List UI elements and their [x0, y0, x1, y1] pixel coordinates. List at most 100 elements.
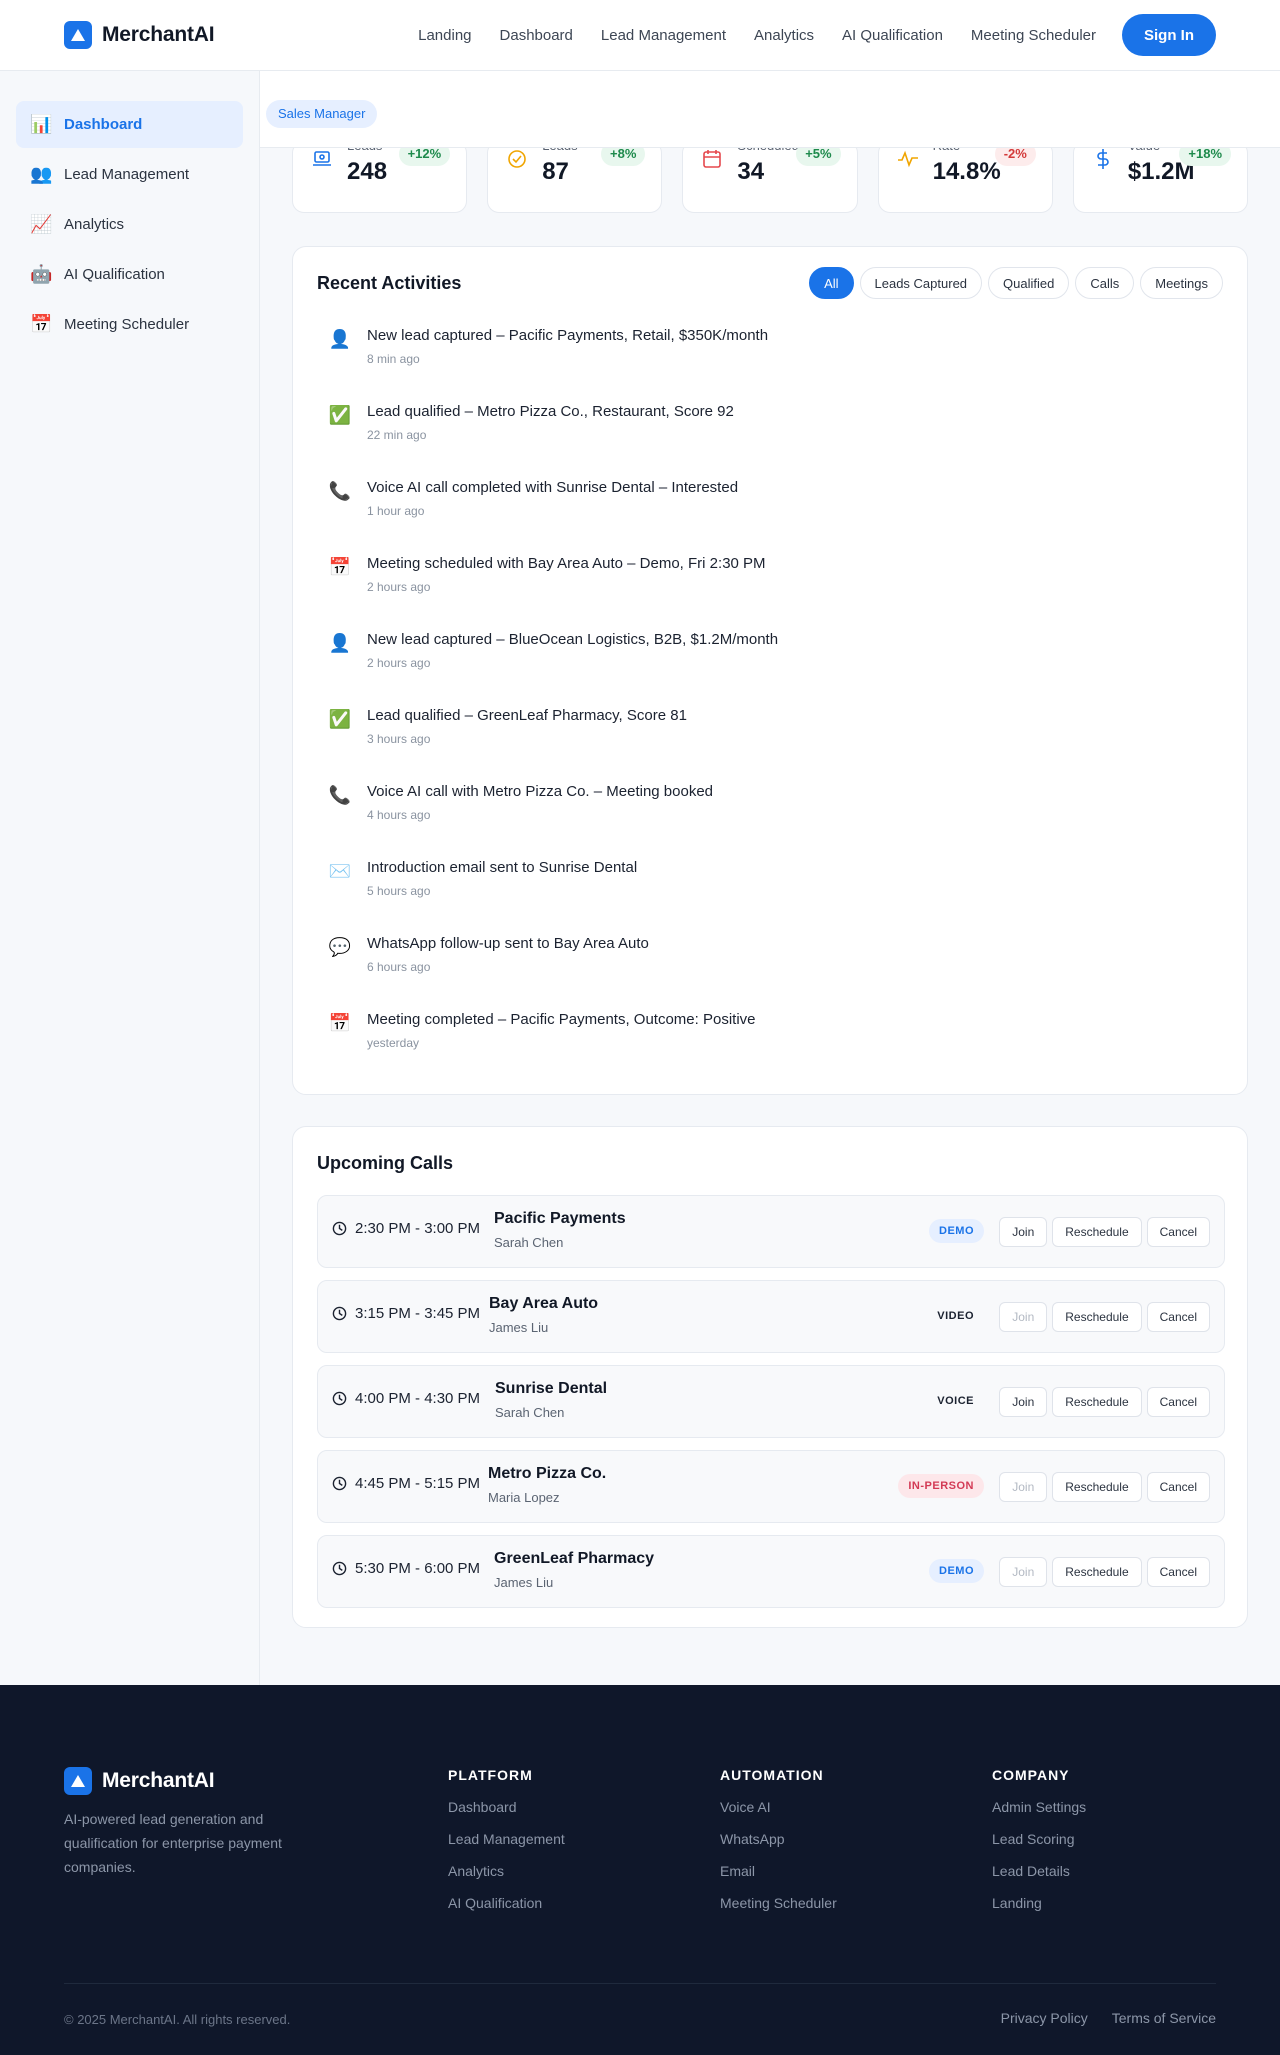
call-actions: Join Reschedule Cancel	[999, 1387, 1210, 1417]
reschedule-button[interactable]: Reschedule	[1052, 1472, 1142, 1502]
activity-item[interactable]: 📅 Meeting completed – Pacific Payments, …	[317, 1007, 1217, 1083]
cancel-button[interactable]: Cancel	[1146, 1472, 1210, 1502]
call-person: James Liu	[494, 1575, 554, 1590]
footer-column-title: COMPANY	[992, 1767, 1070, 1783]
clock-icon	[332, 1561, 347, 1576]
reschedule-button[interactable]: Reschedule	[1052, 1217, 1142, 1247]
call-actions: Join Reschedule Cancel	[999, 1217, 1210, 1247]
nav-link-ai-qualification[interactable]: AI Qualification	[828, 27, 957, 44]
terms-of-service-link[interactable]: Terms of Service	[1112, 2010, 1216, 2026]
activity-text: Voice AI call completed with Sunrise Den…	[367, 479, 739, 496]
footer-link[interactable]: AI Qualification	[448, 1895, 565, 1911]
call-row: 5:30 PM - 6:00 PM GreenLeaf Pharmacy Jam…	[317, 1535, 1225, 1608]
copyright: © 2025 MerchantAI. All rights reserved.	[64, 2012, 291, 2027]
join-button[interactable]: Join	[999, 1557, 1048, 1587]
calendar-icon: 📅	[328, 557, 352, 577]
activity-text: Meeting completed – Pacific Payments, Ou…	[367, 1011, 756, 1028]
call-time: 5:30 PM - 6:00 PM	[332, 1560, 480, 1577]
sidebar-item-label: Lead Management	[64, 166, 190, 183]
sidebar-item-meeting-scheduler[interactable]: 📅 Meeting Scheduler	[16, 301, 243, 348]
footer-link[interactable]: Email	[720, 1863, 837, 1879]
check-icon: ✅	[328, 709, 352, 729]
filter-leads-captured[interactable]: Leads Captured	[859, 267, 983, 299]
sidebar-item-lead-management[interactable]: 👥 Lead Management	[16, 151, 243, 198]
footer-link[interactable]: Admin Settings	[992, 1799, 1086, 1815]
activity-time: 22 min ago	[367, 428, 427, 442]
reschedule-button[interactable]: Reschedule	[1052, 1557, 1142, 1587]
cancel-button[interactable]: Cancel	[1146, 1302, 1210, 1332]
activity-item[interactable]: ✉️ Introduction email sent to Sunrise De…	[317, 855, 1217, 931]
sidebar-item-ai-qualification[interactable]: 🤖 AI Qualification	[16, 251, 243, 298]
sidebar-item-analytics[interactable]: 📈 Analytics	[16, 201, 243, 248]
call-type-badge: DEMO	[929, 1219, 984, 1243]
activity-item[interactable]: ✅ Lead qualified – GreenLeaf Pharmacy, S…	[317, 703, 1217, 779]
activity-text: New lead captured – BlueOcean Logistics,…	[367, 631, 779, 648]
chat-icon: 💬	[328, 937, 352, 957]
brand[interactable]: MerchantAI	[64, 21, 215, 49]
footer-link[interactable]: Dashboard	[448, 1799, 565, 1815]
nav-link-landing[interactable]: Landing	[404, 27, 485, 44]
brand-name: MerchantAI	[102, 23, 215, 46]
calendar-icon: 📅	[328, 1013, 352, 1033]
nav-link-analytics[interactable]: Analytics	[740, 27, 828, 44]
call-actions: Join Reschedule Cancel	[999, 1302, 1210, 1332]
clock-icon	[332, 1391, 347, 1406]
join-button[interactable]: Join	[999, 1217, 1048, 1247]
footer-link[interactable]: Landing	[992, 1895, 1086, 1911]
sidebar-item-dashboard[interactable]: 📊 Dashboard	[16, 101, 243, 148]
cancel-button[interactable]: Cancel	[1146, 1217, 1210, 1247]
laptop-icon	[311, 148, 333, 170]
call-time-text: 4:00 PM - 4:30 PM	[355, 1390, 481, 1407]
call-time-text: 3:15 PM - 3:45 PM	[355, 1305, 481, 1322]
call-company: Sunrise Dental	[495, 1380, 608, 1397]
sidebar: 📊 Dashboard 👥 Lead Management 📈 Analytic…	[0, 71, 260, 1685]
phone-icon: 📞	[328, 481, 352, 501]
footer-link[interactable]: Lead Scoring	[992, 1831, 1086, 1847]
call-person: Sarah Chen	[495, 1405, 565, 1420]
footer-brand[interactable]: MerchantAI	[64, 1767, 215, 1795]
phone-icon: 📞	[328, 785, 352, 805]
activity-item[interactable]: 📞 Voice AI call with Metro Pizza Co. – M…	[317, 779, 1217, 855]
filter-all[interactable]: All	[809, 267, 854, 299]
join-button[interactable]: Join	[999, 1387, 1048, 1417]
filter-meetings[interactable]: Meetings	[1140, 267, 1223, 299]
reschedule-button[interactable]: Reschedule	[1052, 1302, 1142, 1332]
calendar-icon	[701, 148, 723, 170]
join-button[interactable]: Join	[999, 1302, 1048, 1332]
cancel-button[interactable]: Cancel	[1146, 1557, 1210, 1587]
activity-item[interactable]: ✅ Lead qualified – Metro Pizza Co., Rest…	[317, 399, 1217, 475]
footer-column-automation: AUTOMATION Voice AI WhatsApp Email Meeti…	[720, 1767, 837, 1927]
activity-item[interactable]: 👤 New lead captured – Pacific Payments, …	[317, 323, 1217, 399]
footer-link[interactable]: Lead Details	[992, 1863, 1086, 1879]
legal-links: Privacy Policy Terms of Service	[1001, 2010, 1216, 2026]
footer-link[interactable]: Lead Management	[448, 1831, 565, 1847]
join-button[interactable]: Join	[999, 1472, 1048, 1502]
nav-link-lead-management[interactable]: Lead Management	[587, 27, 740, 44]
nav-links: Landing Dashboard Lead Management Analyt…	[404, 14, 1216, 56]
footer-link[interactable]: Analytics	[448, 1863, 565, 1879]
nav-link-meeting-scheduler[interactable]: Meeting Scheduler	[957, 27, 1110, 44]
dollar-icon	[1092, 148, 1114, 170]
reschedule-button[interactable]: Reschedule	[1052, 1387, 1142, 1417]
role-badge[interactable]: Sales Manager	[266, 100, 378, 128]
cancel-button[interactable]: Cancel	[1146, 1387, 1210, 1417]
call-type-badge: DEMO	[929, 1559, 984, 1583]
activity-item[interactable]: 📅 Meeting scheduled with Bay Area Auto –…	[317, 551, 1217, 627]
activity-item[interactable]: 📞 Voice AI call completed with Sunrise D…	[317, 475, 1217, 551]
call-actions: Join Reschedule Cancel	[999, 1472, 1210, 1502]
filter-qualified[interactable]: Qualified	[988, 267, 1070, 299]
clock-icon	[332, 1221, 347, 1236]
footer-link[interactable]: Voice AI	[720, 1799, 837, 1815]
privacy-policy-link[interactable]: Privacy Policy	[1001, 2010, 1088, 2026]
activity-text: Introduction email sent to Sunrise Denta…	[367, 859, 638, 876]
footer-link[interactable]: WhatsApp	[720, 1831, 837, 1847]
call-row: 4:45 PM - 5:15 PM Metro Pizza Co. Maria …	[317, 1450, 1225, 1523]
nav-link-dashboard[interactable]: Dashboard	[486, 27, 587, 44]
activity-item[interactable]: 💬 WhatsApp follow-up sent to Bay Area Au…	[317, 931, 1217, 1007]
call-time: 4:00 PM - 4:30 PM	[332, 1390, 480, 1407]
filter-calls[interactable]: Calls	[1075, 267, 1135, 299]
sign-in-button[interactable]: Sign In	[1122, 14, 1216, 56]
activity-time: yesterday	[367, 1036, 420, 1050]
footer-link[interactable]: Meeting Scheduler	[720, 1895, 837, 1911]
activity-item[interactable]: 👤 New lead captured – BlueOcean Logistic…	[317, 627, 1217, 703]
